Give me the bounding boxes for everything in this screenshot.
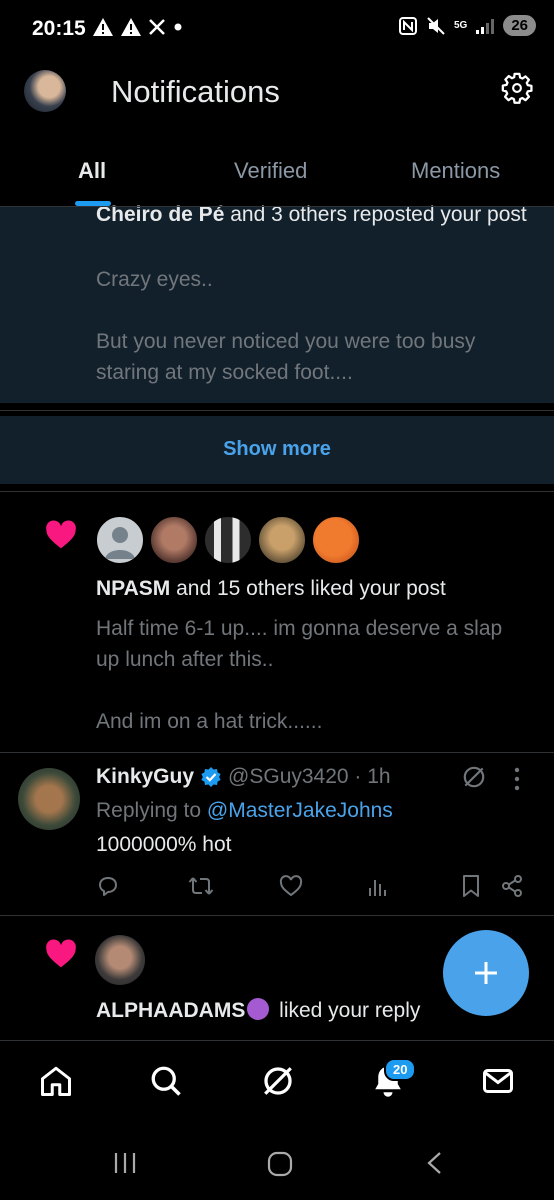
status-time: 20:15 xyxy=(32,17,86,40)
avatar[interactable] xyxy=(149,515,199,565)
avatar[interactable] xyxy=(311,515,361,565)
alpha-action-text: liked your reply xyxy=(273,999,421,1022)
replying-to-prefix: Replying to xyxy=(96,799,207,822)
liker-avatars xyxy=(95,515,361,565)
reply-header: KinkyGuy @SGuy3420 · 1h xyxy=(96,765,391,789)
divider xyxy=(0,915,554,916)
mute-icon xyxy=(427,16,445,35)
devil-emoji-icon xyxy=(247,998,270,1020)
reply-author-avatar[interactable] xyxy=(18,768,80,830)
recent-apps-icon[interactable] xyxy=(112,1150,138,1176)
repost-icon[interactable] xyxy=(188,874,214,898)
tab-mentions[interactable]: Mentions xyxy=(411,158,500,184)
repost-post-line: But you never noticed you were too busy … xyxy=(96,330,476,384)
repost-notification-text: Cheiro de Pé and 3 others reposted your … xyxy=(96,199,536,230)
page-title: Notifications xyxy=(111,74,280,109)
replying-to-mention-link[interactable]: @MasterJakeJohns xyxy=(207,799,393,822)
back-icon[interactable] xyxy=(424,1150,446,1176)
network-type: 5G xyxy=(453,19,468,31)
bottom-navigation xyxy=(0,1040,554,1126)
divider xyxy=(0,410,554,411)
home-button-icon[interactable] xyxy=(266,1150,294,1178)
views-icon[interactable] xyxy=(367,874,389,898)
warning-icon xyxy=(121,18,141,36)
show-more-button[interactable]: Show more xyxy=(0,438,554,461)
plus-icon xyxy=(475,962,497,984)
like-heart-icon[interactable] xyxy=(279,874,303,898)
alpha-actor-name[interactable]: ALPHAADAMS xyxy=(96,999,245,1022)
tab-all[interactable]: All xyxy=(78,158,106,184)
tab-verified[interactable]: Verified xyxy=(234,158,307,184)
repost-post-preview: Crazy eyes.. But you never noticed you w… xyxy=(96,264,536,388)
profile-avatar[interactable] xyxy=(24,70,66,112)
heart-icon xyxy=(46,939,76,968)
battery-indicator: 26 xyxy=(503,15,536,36)
search-icon[interactable] xyxy=(148,1063,184,1099)
divider xyxy=(0,491,554,492)
x-logo-icon xyxy=(149,19,165,35)
status-notification-icons xyxy=(92,17,184,37)
verified-badge-icon xyxy=(201,767,221,787)
avatar[interactable] xyxy=(257,515,307,565)
like-post-preview[interactable]: Half time 6-1 up.... im gonna deserve a … xyxy=(96,613,526,737)
heart-icon xyxy=(46,520,76,549)
nfc-icon xyxy=(398,16,417,35)
messages-icon[interactable] xyxy=(480,1063,516,1099)
like-actor-name[interactable]: NPASM xyxy=(96,577,170,600)
warning-icon xyxy=(93,18,113,36)
tabs-divider xyxy=(0,206,554,207)
reply-author-name[interactable]: KinkyGuy xyxy=(96,765,194,789)
repost-post-line: Crazy eyes.. xyxy=(96,268,213,291)
alpha-notification-text[interactable]: ALPHAADAMS liked your reply xyxy=(96,998,420,1023)
replying-to-line: Replying to @MasterJakeJohns xyxy=(96,799,393,823)
avatar[interactable] xyxy=(203,515,253,565)
system-navigation-bar xyxy=(0,1126,554,1200)
grok-icon[interactable] xyxy=(461,764,487,790)
dot-icon xyxy=(174,23,182,31)
signal-icon xyxy=(476,18,495,34)
home-icon[interactable] xyxy=(38,1063,74,1099)
status-system-icons: 5G 26 xyxy=(398,15,536,36)
share-icon[interactable] xyxy=(500,874,524,898)
notifications-count-badge: 20 xyxy=(384,1058,417,1081)
grok-nav-icon[interactable] xyxy=(260,1063,296,1099)
avatar[interactable] xyxy=(95,935,145,985)
like-action-text: and 15 others liked your post xyxy=(170,577,446,600)
compose-fab-button[interactable] xyxy=(443,930,529,1016)
like-notification-text[interactable]: NPASM and 15 others liked your post xyxy=(96,577,446,601)
reply-body-text[interactable]: 1000000% hot xyxy=(96,833,231,857)
more-options-icon[interactable] xyxy=(513,766,521,792)
like-post-line: Half time 6-1 up.... im gonna deserve a … xyxy=(96,617,503,671)
bookmark-icon[interactable] xyxy=(461,874,481,898)
avatar[interactable] xyxy=(95,515,145,565)
status-bar: 20:15 5G 26 xyxy=(0,0,554,58)
like-post-line: And im on a hat trick...... xyxy=(96,710,323,733)
reply-author-handle: @SGuy3420 · 1h xyxy=(228,765,391,788)
comment-icon[interactable] xyxy=(96,874,120,898)
settings-gear-icon[interactable] xyxy=(500,71,534,105)
reply-action-bar xyxy=(96,874,526,902)
tab-bar: All Verified Mentions xyxy=(0,140,554,208)
divider xyxy=(0,752,554,753)
